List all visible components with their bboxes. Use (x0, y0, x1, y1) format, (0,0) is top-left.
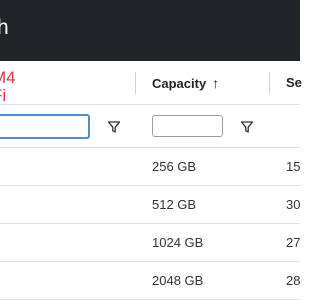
cell-capacity: 256 GB (152, 159, 197, 174)
app-header: h (0, 0, 300, 61)
sort-ascending-icon[interactable]: ↑ (212, 75, 219, 91)
cell-capacity: 512 GB (152, 197, 197, 212)
filter-icon[interactable] (107, 120, 121, 134)
cell-speed: 15 (286, 159, 301, 174)
product-filter-input[interactable] (0, 114, 90, 139)
data-grid: M4 Fi Capacity ↑ Se 256 GB 15 512 GB 30 1… (0, 61, 302, 300)
cell-capacity: 2048 GB (152, 273, 204, 288)
column-divider[interactable] (269, 72, 270, 94)
app-title: h (0, 16, 9, 39)
table-row[interactable]: 512 GB 30 (0, 186, 300, 224)
column-divider[interactable] (135, 72, 136, 94)
cell-speed: 30 (286, 197, 301, 212)
column-header-capacity-label: Capacity (152, 76, 207, 91)
grid-header-row: M4 Fi Capacity ↑ Se (0, 61, 302, 105)
cell-speed: 28 (286, 273, 301, 288)
cell-speed: 27 (286, 235, 301, 250)
table-row[interactable]: 256 GB 15 (0, 148, 300, 186)
table-row[interactable]: 2048 GB 28 (0, 262, 300, 300)
column-header-product[interactable]: M4 Fi (0, 69, 16, 105)
table-row[interactable]: 1024 GB 27 (0, 224, 300, 262)
filter-row (0, 105, 300, 148)
column-header-speed[interactable]: Se (286, 75, 302, 90)
filter-icon[interactable] (240, 120, 254, 134)
capacity-filter-input[interactable] (152, 115, 223, 137)
column-header-capacity[interactable]: Capacity ↑ (152, 75, 219, 91)
cell-capacity: 1024 GB (152, 235, 204, 250)
